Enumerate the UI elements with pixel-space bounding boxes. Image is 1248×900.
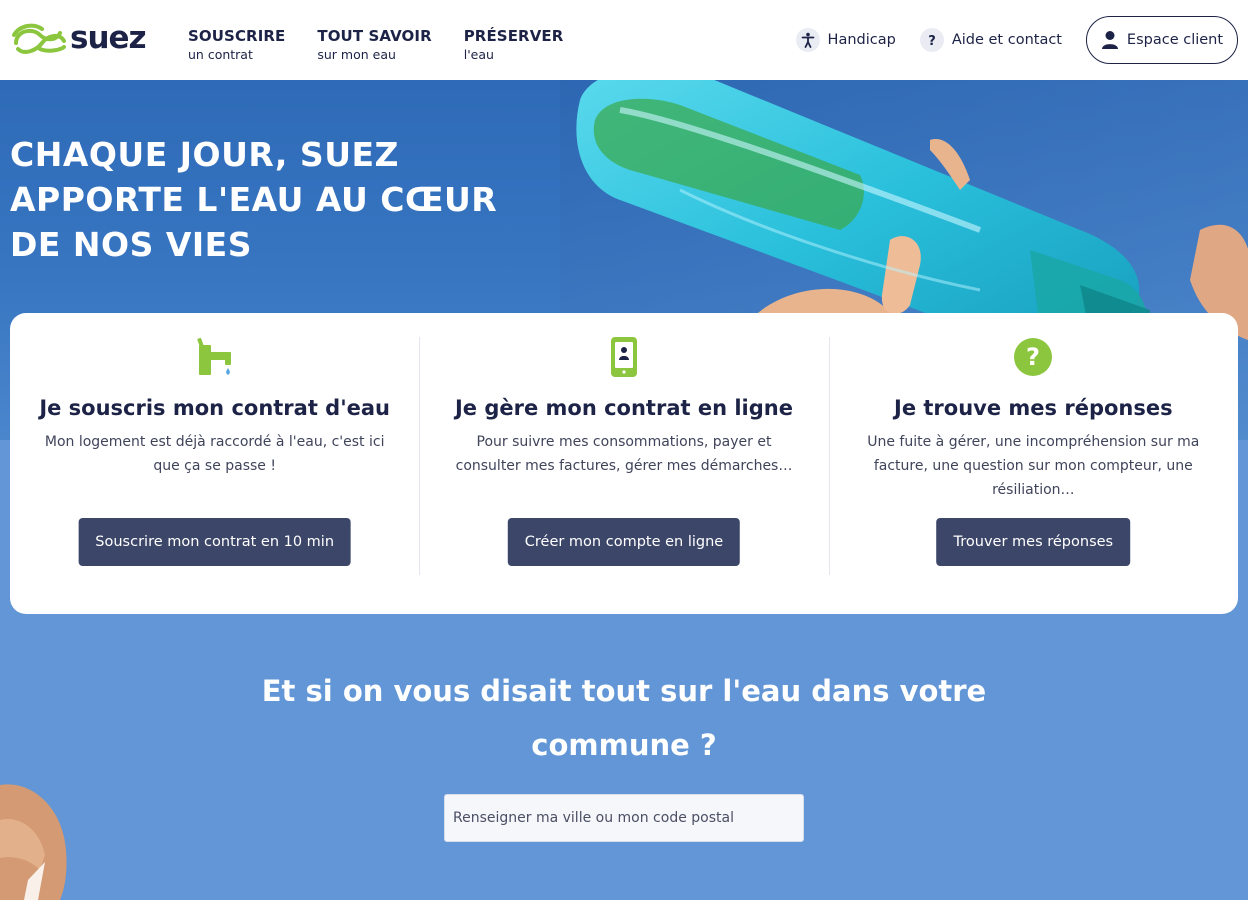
nav-item-preserver[interactable]: PRÉSERVER l'eau [464, 27, 564, 63]
nav-item-souscrire[interactable]: SOUSCRIRE un contrat [188, 27, 285, 63]
city-postcode-search-input[interactable] [444, 794, 804, 842]
card-title: Je trouve mes réponses [894, 396, 1173, 420]
question-circle-icon: ? [1011, 335, 1055, 379]
nav-item-tout-savoir[interactable]: TOUT SAVOIR sur mon eau [317, 27, 431, 63]
card-description: Mon logement est déjà raccordé à l'eau, … [44, 434, 385, 474]
nav-item-subtitle: l'eau [463, 47, 494, 62]
utility-links: Handicap ? Aide et contact Espace client [795, 16, 1238, 64]
suez-logo[interactable]: suez [10, 20, 147, 56]
user-icon [1101, 31, 1118, 49]
logo-wordmark: suez [70, 20, 147, 56]
svg-text:?: ? [928, 34, 936, 48]
trouver-reponses-button[interactable]: Trouver mes réponses [936, 518, 1131, 566]
card-trouver-reponses: ? Je trouve mes réponses Une fuite à gér… [828, 313, 1238, 614]
nav-item-subtitle: sur mon eau [317, 47, 396, 62]
smartphone-icon [602, 335, 646, 379]
nav-item-title: PRÉSERVER [463, 27, 564, 45]
card-title: Je souscris mon contrat d'eau [39, 396, 391, 420]
hero-title-line: CHAQUE JOUR, SUEZ [10, 135, 399, 174]
faucet-icon [193, 335, 237, 379]
nav-item-title: TOUT SAVOIR [317, 27, 432, 45]
service-cards: Je souscris mon contrat d'eau Mon logeme… [10, 313, 1238, 614]
help-contact-label: Aide et contact [951, 32, 1062, 48]
card-gerer-en-ligne: Je gère mon contrat en ligne Pour suivre… [419, 313, 828, 614]
svg-text:?: ? [1026, 343, 1040, 371]
hero-title-line: DE NOS VIES [10, 225, 252, 264]
souscrire-contrat-button[interactable]: Souscrire mon contrat en 10 min [78, 518, 352, 566]
suez-logo-icon [12, 23, 66, 54]
hero-title-line: APPORTE L'EAU AU CŒUR [10, 180, 498, 219]
card-title: Je gère mon contrat en ligne [454, 396, 793, 420]
help-contact-link[interactable]: ? Aide et contact [919, 28, 1062, 52]
nav-item-title: SOUSCRIRE [188, 27, 286, 45]
nav-item-subtitle: un contrat [188, 47, 253, 62]
commune-search-section: Et si on vous disait tout sur l'eau dans… [0, 614, 1248, 900]
main-nav: SOUSCRIRE un contrat TOUT SAVOIR sur mon… [188, 27, 595, 63]
espace-client-button[interactable]: Espace client [1086, 16, 1238, 64]
card-souscrire: Je souscris mon contrat d'eau Mon logeme… [10, 313, 419, 614]
accessibility-icon [795, 28, 820, 52]
handicap-link[interactable]: Handicap [795, 28, 896, 52]
handicap-label: Handicap [827, 32, 896, 48]
card-description: Une fuite à gérer, une incompréhension s… [867, 434, 1200, 498]
card-description: Pour suivre mes consommations, payer et … [455, 434, 793, 474]
creer-compte-button[interactable]: Créer mon compte en ligne [507, 518, 741, 566]
commune-title: Et si on vous disait tout sur l'eau dans… [261, 674, 987, 762]
site-header: suez SOUSCRIRE un contrat TOUT SAVOIR su… [0, 0, 1248, 80]
espace-client-label: Espace client [1126, 32, 1224, 48]
question-mark-icon: ? [919, 28, 944, 52]
corner-decorative-photo [0, 784, 67, 900]
hero-title: CHAQUE JOUR, SUEZ APPORTE L'EAU AU CŒUR … [10, 132, 530, 267]
